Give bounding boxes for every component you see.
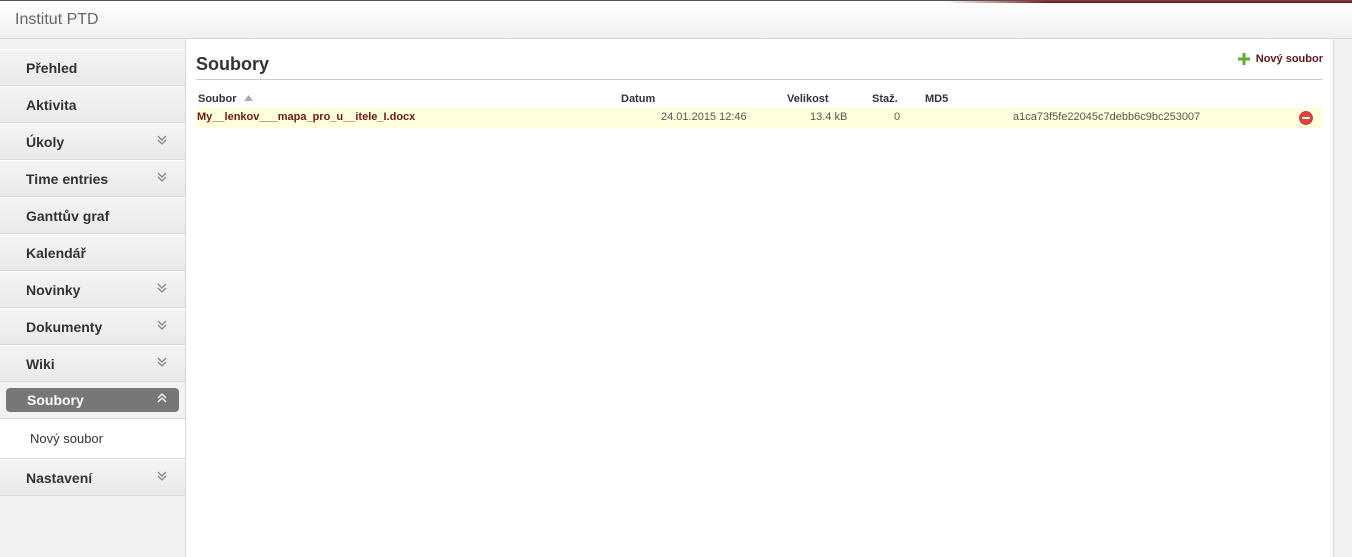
title-divider xyxy=(196,79,1323,80)
column-header-downloads[interactable]: Staž. xyxy=(872,93,898,105)
sidebar-item-novinky[interactable]: Novinky xyxy=(0,271,185,308)
sidebar-item-label: Dokumenty xyxy=(26,319,103,335)
sidebar-item-label: Úkoly xyxy=(26,134,65,150)
sidebar-item-time-entries[interactable]: Time entries xyxy=(0,160,185,197)
sidebar-item-label: Ganttův graf xyxy=(26,208,110,224)
new-file-button[interactable]: Nový soubor xyxy=(1237,53,1323,65)
file-link[interactable]: My__lenkov___mapa_pro_u__itele_I.docx xyxy=(197,111,415,123)
right-gutter xyxy=(1333,39,1352,557)
sidebar-item-label: Wiki xyxy=(26,356,55,372)
page-title: Soubory xyxy=(196,54,270,74)
sidebar-item-wiki[interactable]: Wiki xyxy=(0,345,185,382)
new-file-label: Nový soubor xyxy=(1255,53,1323,65)
sidebar-item-label: Time entries xyxy=(26,171,109,187)
double-chevron-down-icon[interactable] xyxy=(157,469,167,483)
column-header-date[interactable]: Datum xyxy=(621,93,655,105)
column-header-md5: MD5 xyxy=(925,93,949,105)
double-chevron-down-icon[interactable] xyxy=(157,133,167,147)
delete-icon[interactable] xyxy=(1299,111,1313,125)
file-size: 13.4 kB xyxy=(810,111,848,123)
sidebar-item-gantt[interactable]: Ganttův graf xyxy=(0,197,185,234)
sidebar: Přehled Aktivita Úkoly Time entries Gant… xyxy=(0,39,186,557)
file-downloads: 0 xyxy=(894,111,901,123)
table-row: My__lenkov___mapa_pro_u__itele_I.docx 24… xyxy=(196,108,1323,128)
main-content: Soubory Nový soubor Soubor Datum Velikos… xyxy=(196,39,1323,557)
sidebar-item-label: Kalendář xyxy=(26,245,86,261)
sidebar-item-kalendar[interactable]: Kalendář xyxy=(0,234,185,271)
sidebar-item-dokumenty[interactable]: Dokumenty xyxy=(0,308,185,345)
accent-line xyxy=(945,1,1352,3)
sidebar-item-aktivita[interactable]: Aktivita xyxy=(0,86,185,123)
sidebar-item-prehled[interactable]: Přehled xyxy=(0,49,185,86)
column-header-file[interactable]: Soubor xyxy=(198,93,253,105)
sidebar-item-label: Soubory xyxy=(27,392,84,408)
sidebar-item-nastaveni[interactable]: Nastavení xyxy=(0,459,185,496)
sidebar-item-label: Přehled xyxy=(26,60,78,76)
column-header-size[interactable]: Velikost xyxy=(787,93,829,105)
app-title[interactable]: Institut PTD xyxy=(15,11,99,29)
double-chevron-down-icon[interactable] xyxy=(157,170,167,184)
file-md5: a1ca73f5fe22045c7debb6c9bc253007 xyxy=(1013,111,1201,123)
double-chevron-down-icon[interactable] xyxy=(157,281,167,295)
sidebar-subitem-new-file[interactable]: Nový soubor xyxy=(0,419,185,459)
sort-asc-icon xyxy=(243,95,253,101)
sidebar-item-ukoly[interactable]: Úkoly xyxy=(0,123,185,160)
double-chevron-down-icon[interactable] xyxy=(157,318,167,332)
sidebar-subitem-label: Nový soubor xyxy=(30,431,103,446)
sidebar-menu: Přehled Aktivita Úkoly Time entries Gant… xyxy=(0,49,185,496)
double-chevron-down-icon[interactable] xyxy=(157,355,167,369)
sidebar-item-label: Novinky xyxy=(26,282,81,298)
table-header: Soubor Datum Velikost Staž. MD5 xyxy=(196,93,1323,107)
sidebar-item-soubory[interactable]: Soubory xyxy=(0,382,185,419)
sidebar-item-label: Aktivita xyxy=(26,97,77,113)
double-chevron-up-icon[interactable] xyxy=(157,391,167,405)
plus-icon xyxy=(1237,53,1250,65)
top-bar: Institut PTD xyxy=(0,0,1352,39)
file-date: 24.01.2015 12:46 xyxy=(661,111,747,123)
sidebar-item-label: Nastavení xyxy=(26,470,93,486)
